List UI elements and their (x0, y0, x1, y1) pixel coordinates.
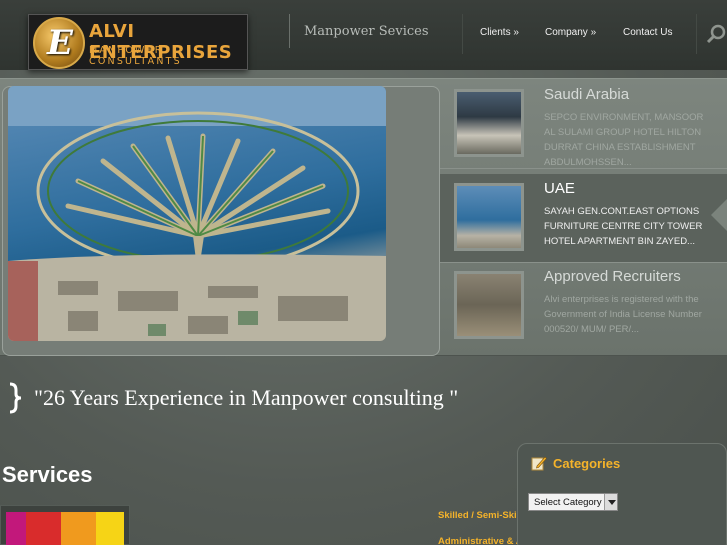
slide-item-uae[interactable]: UAE SAYAH GEN.CONT.EAST OPTIONS FURNITUR… (440, 174, 727, 262)
slide-item-approved-recruiters[interactable]: Approved Recruiters Alvi enterprises is … (440, 262, 727, 350)
slide-thumb-image (454, 271, 524, 339)
categories-heading: Categories (553, 456, 621, 471)
services-heading: Services (2, 462, 93, 487)
logo-subtitle: MANPOWER CONSULTANTS (89, 45, 182, 67)
slide-title: Approved Recruiters (544, 268, 681, 285)
site-header: E ALVI ENTERPRISES MANPOWER CONSULTANTS … (0, 0, 727, 70)
service-link-skilled[interactable]: Skilled / Semi-Skill (438, 510, 522, 521)
slide-description: SEPCO ENVIRONMENT, MANSOOR AL SULAMI GRO… (544, 112, 704, 168)
slide-title: UAE (544, 180, 575, 197)
logo-badge-icon: E (33, 17, 85, 69)
experience-quote: "26 Years Experience in Manpower consult… (34, 385, 459, 410)
nav-contact-us[interactable]: Contact Us (623, 27, 672, 38)
nav-company[interactable]: Company » (545, 27, 596, 38)
slide-description: Alvi enterprises is registered with the … (544, 294, 702, 335)
slide-divider (440, 168, 727, 169)
nav-divider (462, 14, 463, 54)
slide-thumb-image (454, 89, 524, 157)
site-tagline: Manpower Sevices (304, 24, 429, 39)
site-logo[interactable]: E ALVI ENTERPRISES MANPOWER CONSULTANTS (28, 14, 248, 70)
swatch-red (26, 512, 61, 545)
edit-icon (531, 456, 547, 471)
header-divider (289, 14, 290, 48)
nav-clients[interactable]: Clients » (480, 27, 519, 38)
swatch-magenta (6, 512, 26, 545)
slide-thumb-image (454, 183, 524, 251)
services-color-strip (0, 505, 130, 545)
brace-icon (9, 382, 22, 414)
slide-item-saudi-arabia[interactable]: Saudi Arabia SEPCO ENVIRONMENT, MANSOOR … (440, 80, 727, 168)
swatch-orange (61, 512, 96, 545)
active-slide-pointer (711, 199, 727, 231)
chevron-down-icon[interactable] (604, 494, 617, 510)
nav-divider (696, 14, 697, 54)
swatch-yellow (96, 512, 124, 545)
slide-title: Saudi Arabia (544, 86, 630, 103)
slide-main-image[interactable] (8, 86, 386, 341)
search-icon[interactable] (706, 24, 726, 44)
slide-description: SAYAH GEN.CONT.EAST OPTIONS FURNITURE CE… (544, 206, 703, 247)
